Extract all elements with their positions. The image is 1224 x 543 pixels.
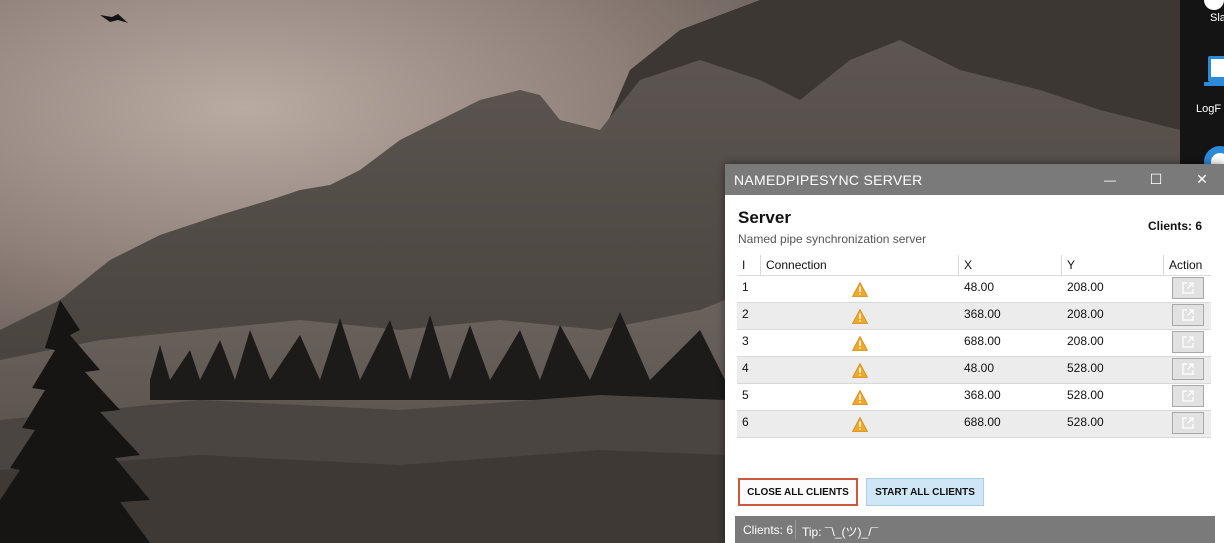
connection-status (761, 303, 959, 329)
cell-y: 208.00 (1067, 280, 1104, 294)
open-client-button[interactable] (1171, 385, 1204, 407)
action-cell (1164, 330, 1211, 356)
status-separator (795, 520, 796, 539)
close-button[interactable]: ✕ (1179, 164, 1224, 195)
cell-x: 688.00 (964, 334, 1001, 348)
external-link-icon (1181, 363, 1194, 375)
table-row[interactable]: 1 48.00 208.00 (737, 276, 1211, 303)
warning-icon (852, 336, 868, 351)
desktop-shortcut-label: Sla (1210, 12, 1224, 24)
external-link-icon (1181, 282, 1194, 294)
clients-table: I Connection X Y Action 1 48.00 208.00 2 368… (737, 255, 1211, 438)
row-index: 4 (742, 361, 749, 375)
action-cell (1164, 276, 1211, 302)
row-index: 2 (742, 307, 749, 321)
open-client-button[interactable] (1171, 277, 1204, 299)
warning-icon (852, 309, 868, 324)
action-cell (1164, 303, 1211, 329)
external-link-icon (1181, 336, 1194, 348)
cell-y: 528.00 (1067, 388, 1104, 402)
desktop-shortcut-label: LogF (1196, 103, 1222, 115)
close-all-clients-button[interactable]: CLOSE ALL CLIENTS (738, 478, 858, 506)
row-index: 6 (742, 415, 749, 429)
warning-icon (852, 363, 868, 378)
status-bar: Clients: 6 Tip: ¯\_(ツ)_/¯ (735, 516, 1215, 543)
close-icon: ✕ (1196, 171, 1208, 187)
connection-status (761, 411, 959, 437)
page-subtitle: Named pipe synchronization server (738, 232, 927, 246)
warning-icon (852, 417, 868, 432)
column-header-action[interactable]: Action (1164, 255, 1211, 275)
action-cell (1164, 357, 1211, 383)
row-index: 1 (742, 280, 749, 294)
cell-y: 208.00 (1067, 307, 1104, 321)
cell-y: 528.00 (1067, 361, 1104, 375)
open-client-button[interactable] (1171, 304, 1204, 326)
action-cell (1164, 384, 1211, 410)
connection-status (761, 330, 959, 356)
clients-count: Clients: 6 (1147, 219, 1202, 233)
window-title: NAMEDPIPESYNC SERVER (734, 172, 923, 188)
external-link-icon (1181, 309, 1194, 321)
open-client-button[interactable] (1171, 331, 1204, 353)
table-row[interactable]: 5 368.00 528.00 (737, 384, 1211, 411)
cell-x: 688.00 (964, 415, 1001, 429)
column-header-connection[interactable]: Connection (761, 255, 959, 275)
cell-x: 48.00 (964, 280, 995, 294)
table-header: I Connection X Y Action (737, 255, 1211, 276)
cell-x: 368.00 (964, 307, 1001, 321)
cell-y: 528.00 (1067, 415, 1104, 429)
warning-icon (852, 390, 868, 405)
maximize-icon: ☐ (1149, 171, 1163, 187)
table-body: 1 48.00 208.00 2 368.00 208.00 3 688.00 208.00 4 4… (737, 276, 1211, 438)
external-link-icon (1181, 417, 1194, 429)
maximize-button[interactable]: ☐ (1133, 164, 1179, 195)
cell-y: 208.00 (1067, 334, 1104, 348)
open-client-button[interactable] (1171, 412, 1204, 434)
open-client-button[interactable] (1171, 358, 1204, 380)
table-row[interactable]: 3 688.00 208.00 (737, 330, 1211, 357)
minimize-icon: — (1104, 172, 1116, 187)
cell-x: 368.00 (964, 388, 1001, 402)
cell-x: 48.00 (964, 361, 995, 375)
table-row[interactable]: 4 48.00 528.00 (737, 357, 1211, 384)
title-bar[interactable]: NAMEDPIPESYNC SERVER — ☐ ✕ (725, 164, 1224, 195)
action-cell (1164, 411, 1211, 437)
column-header-y[interactable]: Y (1062, 255, 1164, 275)
table-row[interactable]: 6 688.00 528.00 (737, 411, 1211, 438)
namedpipesync-server-window: NAMEDPIPESYNC SERVER — ☐ ✕ Server Named … (725, 164, 1224, 543)
start-all-clients-button[interactable]: START ALL CLIENTS (866, 478, 984, 506)
table-row[interactable]: 2 368.00 208.00 (737, 303, 1211, 330)
column-header-x[interactable]: X (959, 255, 1062, 275)
connection-status (761, 357, 959, 383)
connection-status (761, 276, 959, 302)
connection-status (761, 384, 959, 410)
slack-icon (1204, 0, 1224, 10)
desktop-shortcut-logf[interactable]: LogF (1190, 50, 1224, 120)
column-header-i[interactable]: I (737, 255, 761, 275)
external-link-icon (1181, 390, 1194, 402)
minimize-button[interactable]: — (1087, 164, 1133, 195)
warning-icon (852, 282, 868, 297)
status-tip: Tip: ¯\_(ツ)_/¯ (802, 525, 879, 539)
desktop-shortcut-slack[interactable]: Sla (1190, 0, 1224, 30)
status-clients: Clients: 6 (743, 523, 794, 537)
laptop-icon (1204, 56, 1224, 86)
page-title: Server (738, 208, 791, 227)
row-index: 3 (742, 334, 749, 348)
row-index: 5 (742, 388, 749, 402)
